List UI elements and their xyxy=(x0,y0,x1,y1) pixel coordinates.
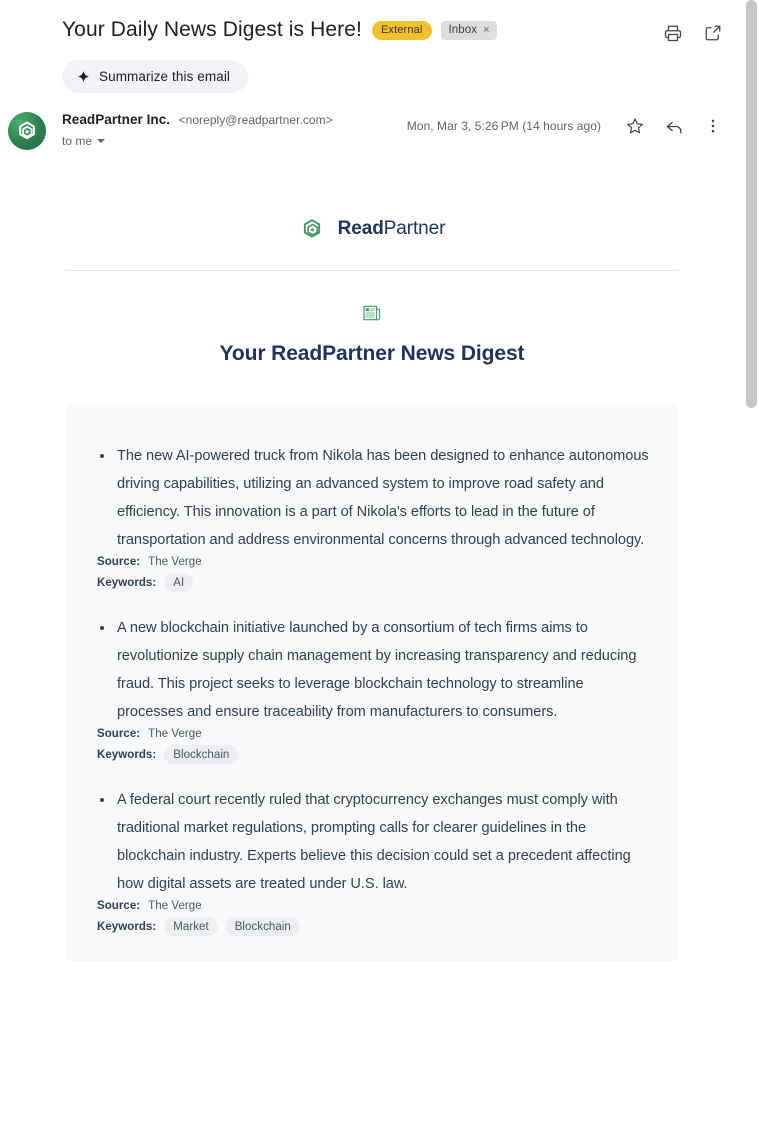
sender-name: ReadPartner Inc. xyxy=(62,112,171,127)
subject-actions xyxy=(660,18,726,46)
brand-header: ReadPartner xyxy=(38,178,706,270)
recipient-expander[interactable]: to me xyxy=(62,134,106,148)
email-reading-pane: Your Daily News Digest is Here! External… xyxy=(0,0,759,1122)
keyword-pill[interactable]: Market xyxy=(164,917,218,936)
sparkle-icon xyxy=(77,70,90,83)
subject-left-group: Your Daily News Digest is Here! External… xyxy=(62,18,660,42)
list-item: A federal court recently ruled that cryp… xyxy=(95,786,649,936)
list-item: The new AI-powered truck from Nikola has… xyxy=(95,442,649,592)
keywords-label: Keywords: xyxy=(97,920,157,933)
summarize-email-button[interactable]: Summarize this email xyxy=(62,60,249,93)
star-button[interactable] xyxy=(622,113,648,139)
star-icon xyxy=(627,118,643,134)
message-timestamp: Mon, Mar 3, 5:26 PM (14 hours ago) xyxy=(406,119,601,133)
reply-icon xyxy=(666,121,682,134)
source-label: Source: xyxy=(97,556,141,568)
avatar[interactable] xyxy=(8,112,46,150)
keywords-label: Keywords: xyxy=(97,576,157,589)
label-chip-inbox-text: Inbox xyxy=(448,24,478,36)
scrollbar-thumb[interactable] xyxy=(746,0,757,408)
chevron-down-icon xyxy=(97,139,106,143)
newspaper-icon xyxy=(38,271,706,327)
open-in-new-window-button[interactable] xyxy=(700,20,726,46)
digest-card: The new AI-powered truck from Nikola has… xyxy=(65,404,679,962)
news-item-keywords-line: Keywords: Market Blockchain xyxy=(95,917,649,936)
message-actions: Mon, Mar 3, 5:26 PM (14 hours ago) xyxy=(407,110,726,139)
readpartner-hex-logo-icon xyxy=(299,216,325,242)
news-item-text: The new AI-powered truck from Nikola has… xyxy=(95,442,649,554)
source-value: The Verge xyxy=(148,728,202,740)
subject-header: Your Daily News Digest is Here! External… xyxy=(0,0,744,46)
source-value: The Verge xyxy=(148,900,202,912)
source-label: Source: xyxy=(97,728,141,740)
sender-identity-line: ReadPartner Inc. <noreply@readpartner.co… xyxy=(62,111,407,129)
brand-wordmark-bold: Read xyxy=(337,218,384,239)
keywords-label: Keywords: xyxy=(97,748,157,761)
print-button[interactable] xyxy=(660,20,686,46)
more-options-icon xyxy=(711,119,715,133)
reply-button[interactable] xyxy=(661,113,687,139)
print-icon xyxy=(664,25,682,42)
open-in-new-window-icon xyxy=(705,25,721,41)
status-badge-external: External xyxy=(371,20,432,40)
label-chip-inbox[interactable]: Inbox × xyxy=(440,20,497,40)
email-body: ReadPartner Your ReadPartner News Digest… xyxy=(0,178,744,962)
list-item: A new blockchain initiative launched by … xyxy=(95,614,649,764)
more-options-button[interactable] xyxy=(700,113,726,139)
news-item-text: A new blockchain initiative launched by … xyxy=(95,614,649,726)
sender-info: ReadPartner Inc. <noreply@readpartner.co… xyxy=(62,110,407,148)
news-item-source-line: Source: The Verge xyxy=(95,728,649,740)
sender-header: ReadPartner Inc. <noreply@readpartner.co… xyxy=(0,110,744,150)
news-item-text: A federal court recently ruled that cryp… xyxy=(95,786,649,898)
brand-wordmark-regular: Partner xyxy=(383,218,446,239)
close-icon[interactable]: × xyxy=(483,24,490,36)
brand-wordmark: ReadPartner xyxy=(338,218,446,240)
recipient-label: to me xyxy=(62,134,93,148)
news-item-source-line: Source: The Verge xyxy=(95,556,649,568)
news-item-source-line: Source: The Verge xyxy=(95,900,649,912)
keyword-pill[interactable]: Blockchain xyxy=(225,917,300,936)
keyword-pill[interactable]: AI xyxy=(164,573,194,592)
digest-title: Your ReadPartner News Digest xyxy=(219,342,525,365)
keyword-pill[interactable]: Blockchain xyxy=(164,745,239,764)
summarize-email-label: Summarize this email xyxy=(99,69,231,84)
source-label: Source: xyxy=(97,900,141,912)
scrollbar-track[interactable] xyxy=(744,0,759,1122)
news-item-keywords-line: Keywords: Blockchain xyxy=(95,745,649,764)
news-item-keywords-line: Keywords: AI xyxy=(95,573,649,592)
sender-email: <noreply@readpartner.com> xyxy=(178,113,333,127)
readpartner-avatar-logo xyxy=(19,121,35,140)
source-value: The Verge xyxy=(148,556,202,568)
page-title: Your Daily News Digest is Here! xyxy=(62,18,362,41)
